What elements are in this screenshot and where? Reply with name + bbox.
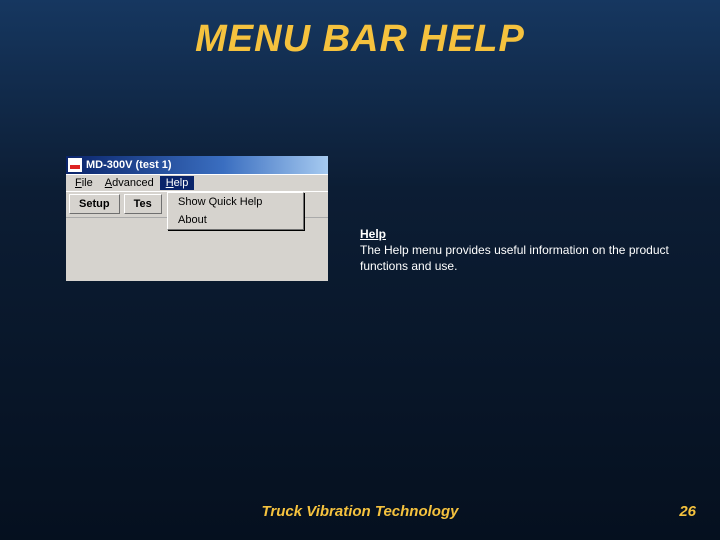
menu-help[interactable]: Help bbox=[160, 176, 195, 190]
help-dropdown: Show Quick Help About bbox=[167, 192, 304, 230]
window-titlebar[interactable]: MD-300V (test 1) bbox=[66, 156, 328, 174]
menu-advanced-mnemonic: A bbox=[105, 177, 112, 189]
menu-file-rest: ile bbox=[82, 177, 93, 189]
menu-help-mnemonic: H bbox=[166, 177, 174, 189]
window-title-text: MD-300V (test 1) bbox=[86, 159, 172, 171]
app-icon bbox=[68, 158, 82, 172]
menu-file[interactable]: File bbox=[69, 176, 99, 190]
menubar: File Advanced Help bbox=[66, 174, 328, 191]
menu-advanced[interactable]: Advanced bbox=[99, 176, 160, 190]
help-description-body: The Help menu provides useful informatio… bbox=[360, 242, 680, 274]
help-description-title: Help bbox=[360, 226, 680, 242]
menu-file-mnemonic: F bbox=[75, 177, 82, 189]
menu-advanced-rest: dvanced bbox=[112, 177, 154, 189]
dropdown-about[interactable]: About bbox=[168, 211, 303, 229]
toolbar-row: Setup Tes Show Quick Help About bbox=[66, 191, 328, 217]
menu-help-rest: elp bbox=[174, 177, 189, 189]
tab-test[interactable]: Tes bbox=[124, 194, 162, 214]
app-window: MD-300V (test 1) File Advanced Help Setu… bbox=[66, 156, 328, 281]
dropdown-show-quick-help[interactable]: Show Quick Help bbox=[168, 193, 303, 211]
footer-text: Truck Vibration Technology bbox=[0, 503, 720, 520]
help-description: Help The Help menu provides useful infor… bbox=[360, 226, 680, 275]
tab-setup[interactable]: Setup bbox=[69, 194, 120, 214]
slide-title: MENU BAR HELP bbox=[0, 0, 720, 61]
page-number: 26 bbox=[679, 503, 696, 520]
